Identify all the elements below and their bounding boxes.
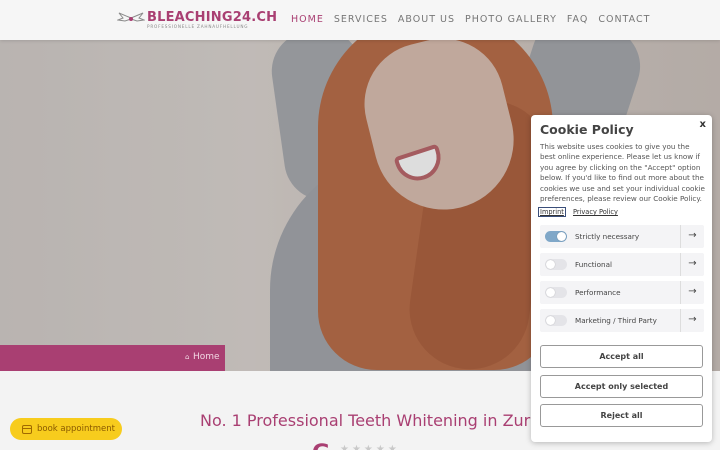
nav-about-us[interactable]: ABOUT US <box>398 14 455 25</box>
nav-photo-gallery[interactable]: PHOTO GALLERY <box>465 14 557 25</box>
home-icon: ⌂ <box>185 353 190 361</box>
cookie-category-marketing: Marketing / Third Party → <box>540 309 704 332</box>
cookie-category-performance: Performance → <box>540 281 704 304</box>
toggle-functional[interactable] <box>545 259 567 270</box>
nav-services[interactable]: SERVICES <box>334 14 388 25</box>
calendar-icon <box>22 424 32 434</box>
breadcrumb: ⌂ Home <box>0 345 225 371</box>
arrow-right-icon[interactable]: → <box>680 309 704 332</box>
imprint-link[interactable]: Imprint <box>538 207 566 217</box>
google-logo-icon: G <box>312 441 330 450</box>
book-appointment-label: book appointment <box>37 424 115 434</box>
toggle-marketing[interactable] <box>545 315 567 326</box>
page-headline: No. 1 Professional Teeth Whitening in Zu… <box>200 411 554 430</box>
category-label: Functional <box>575 260 612 269</box>
rating-stars-icon: ★★★★★ <box>340 444 400 450</box>
toggle-strictly-necessary[interactable] <box>545 231 567 242</box>
category-label: Strictly necessary <box>575 232 640 241</box>
main-nav: HOME SERVICES ABOUT US PHOTO GALLERY FAQ… <box>291 14 660 25</box>
wing-logo-icon <box>117 12 145 22</box>
cookie-dialog: x Cookie Policy This website uses cookie… <box>531 115 712 442</box>
reject-all-button[interactable]: Reject all <box>540 404 703 427</box>
privacy-policy-link[interactable]: Privacy Policy <box>573 208 618 216</box>
cookie-links: Imprint Privacy Policy <box>538 207 624 217</box>
cookie-categories: Strictly necessary → Functional → Perfor… <box>540 225 704 337</box>
site-header: BLEACHING24.CH PROFESSIONELLE ZAHNAUFHEL… <box>0 0 720 40</box>
logo-subtitle: PROFESSIONELLE ZAHNAUFHELLUNG <box>147 24 249 29</box>
nav-faq[interactable]: FAQ <box>567 14 588 25</box>
breadcrumb-home-link[interactable]: Home <box>193 352 220 362</box>
book-appointment-button[interactable]: book appointment <box>10 418 122 440</box>
toggle-performance[interactable] <box>545 287 567 298</box>
category-label: Performance <box>575 288 621 297</box>
close-icon[interactable]: x <box>700 119 706 130</box>
arrow-right-icon[interactable]: → <box>680 253 704 276</box>
category-label: Marketing / Third Party <box>575 316 657 325</box>
logo-title: BLEACHING24.CH <box>147 10 278 25</box>
cookie-category-functional: Functional → <box>540 253 704 276</box>
accept-all-button[interactable]: Accept all <box>540 345 703 368</box>
nav-home[interactable]: HOME <box>291 14 324 25</box>
cookie-title: Cookie Policy <box>540 122 634 137</box>
cookie-category-strictly-necessary: Strictly necessary → <box>540 225 704 248</box>
cookie-description: This website uses cookies to give you th… <box>540 142 705 204</box>
accept-selected-button[interactable]: Accept only selected <box>540 375 703 398</box>
nav-contact[interactable]: CONTACT <box>598 14 650 25</box>
arrow-right-icon[interactable]: → <box>680 225 704 248</box>
arrow-right-icon[interactable]: → <box>680 281 704 304</box>
